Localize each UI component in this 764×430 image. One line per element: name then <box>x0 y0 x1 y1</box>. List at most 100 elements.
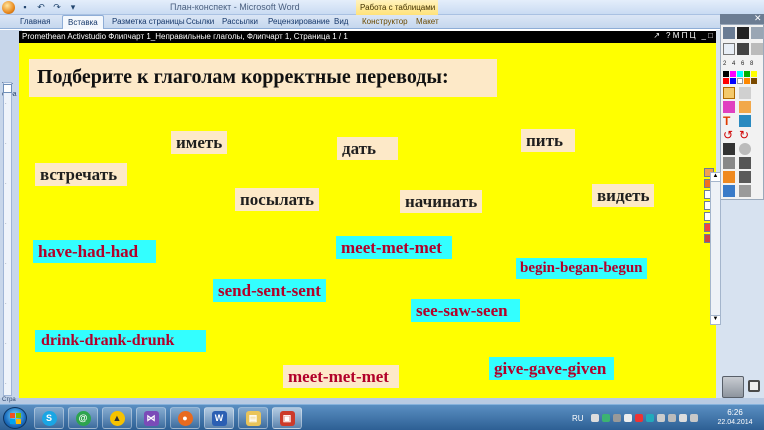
redo-icon[interactable]: ↷ <box>51 1 63 13</box>
connector-icon[interactable] <box>723 171 735 183</box>
security-icon[interactable] <box>601 414 610 422</box>
color-cyan[interactable] <box>737 71 743 77</box>
signal-icon[interactable] <box>667 414 676 422</box>
vertical-ruler[interactable]: · · · · · · · · <box>3 82 12 396</box>
taskbar-mail[interactable]: @ <box>68 407 98 429</box>
user-icon[interactable] <box>737 43 749 55</box>
fill-icon[interactable] <box>739 115 751 127</box>
tools-icon[interactable] <box>739 171 751 183</box>
main-menu-icon[interactable] <box>723 27 735 39</box>
power-icon[interactable] <box>689 414 698 422</box>
color-yellow[interactable] <box>751 71 757 77</box>
flipchart-window-buttons[interactable]: _ □ <box>701 31 713 40</box>
taskbar-activstudio[interactable]: ▣ <box>272 407 302 429</box>
speaker-icon[interactable] <box>678 414 687 422</box>
skype-tray-icon[interactable] <box>645 414 654 422</box>
taskbar-visual-studio[interactable]: ⋈ <box>136 407 166 429</box>
taskbar-skype[interactable]: S <box>34 407 64 429</box>
vertical-scrollbar[interactable]: ▲ ▼ <box>710 172 721 325</box>
highlighter-icon[interactable] <box>723 101 735 113</box>
color-blue[interactable] <box>730 78 736 84</box>
russian-verb-dat[interactable]: дать <box>337 137 398 160</box>
flipchart-arrow-icon[interactable]: ↗ <box>653 31 660 40</box>
english-forms-drink[interactable]: drink-drank-drunk <box>35 330 207 352</box>
close-icon[interactable]: ✕ <box>754 13 762 24</box>
taskbar-firefox[interactable]: ● <box>170 407 200 429</box>
scroll-down-icon[interactable]: ▼ <box>711 315 720 324</box>
contextual-tab-title: Работа с таблицами <box>356 0 438 15</box>
undo-icon[interactable]: ↺ <box>723 129 735 141</box>
desktop-icon[interactable] <box>723 43 735 55</box>
redo-icon[interactable]: ↻ <box>739 129 751 141</box>
reveal-icon[interactable] <box>723 185 735 197</box>
alert-icon[interactable] <box>634 414 643 422</box>
color-black[interactable] <box>723 71 729 77</box>
save-icon[interactable]: ▪ <box>19 1 31 13</box>
eraser-icon[interactable] <box>739 101 751 113</box>
clock[interactable]: 6:26 22.04.2014 <box>712 408 758 428</box>
english-forms-begin[interactable]: begin-began-begun <box>516 258 647 279</box>
taskbar-word[interactable]: W <box>204 407 234 429</box>
start-button[interactable] <box>3 407 27 429</box>
tab-insert[interactable]: Вставка <box>62 15 104 29</box>
spotlight-icon[interactable] <box>739 185 751 197</box>
scroll-up-icon[interactable]: ▲ <box>711 173 720 182</box>
flipchart-menu-icons[interactable]: ? М П Ц <box>666 31 695 40</box>
flag-icon[interactable] <box>656 414 665 422</box>
language-indicator[interactable]: RU <box>572 414 584 423</box>
tab-home[interactable]: Главная <box>20 17 50 26</box>
taskbar-activinspire[interactable]: ▲ <box>102 407 132 429</box>
page-icon[interactable] <box>751 43 763 55</box>
tab-page-layout[interactable]: Разметка страницы <box>112 17 185 26</box>
text-icon[interactable]: T <box>723 115 735 127</box>
flipchart-icon[interactable] <box>737 27 749 39</box>
russian-verb-nachinat[interactable]: начинать <box>400 190 483 213</box>
monitor-icon[interactable] <box>751 27 763 39</box>
tab-mailings[interactable]: Рассылки <box>222 17 258 26</box>
color-orange[interactable] <box>744 78 750 84</box>
camera-icon[interactable] <box>723 143 735 155</box>
ruler-toggle-button[interactable] <box>3 84 12 93</box>
english-forms-see[interactable]: see-saw-seen <box>411 299 520 322</box>
flipchart-title: Promethean Activstudio Флипчарт 1_Неправ… <box>22 32 348 41</box>
color-red[interactable] <box>723 78 729 84</box>
english-forms-meet[interactable]: meet-met-met <box>336 236 452 259</box>
russian-verb-pit[interactable]: пить <box>521 129 575 152</box>
color-white[interactable] <box>737 78 743 84</box>
lock-icon[interactable] <box>748 380 760 392</box>
color-green[interactable] <box>744 71 750 77</box>
qat-customize-icon[interactable]: ▾ <box>67 1 79 13</box>
tab-layout[interactable]: Макет <box>416 17 439 26</box>
tab-review[interactable]: Рецензирование <box>268 17 330 26</box>
trash-icon[interactable] <box>722 376 744 398</box>
tab-references[interactable]: Ссылки <box>186 17 214 26</box>
russian-verb-vstrechat[interactable]: встречать <box>35 163 128 186</box>
english-forms-give[interactable]: give-gave-given <box>489 357 615 380</box>
russian-verb-posylat[interactable]: посылать <box>235 188 320 211</box>
russian-verb-imet[interactable]: иметь <box>171 131 228 154</box>
magnifier-icon[interactable] <box>723 157 735 169</box>
english-forms-have[interactable]: have-had-had <box>33 240 157 263</box>
russian-verb-videt[interactable]: видеть <box>592 184 655 207</box>
clock-icon[interactable] <box>739 143 751 155</box>
shapes-icon[interactable] <box>739 157 751 169</box>
office-button-icon[interactable] <box>2 1 15 14</box>
taskbar-explorer[interactable]: ▤ <box>238 407 268 429</box>
network-icon[interactable] <box>612 414 621 422</box>
color-magenta[interactable] <box>730 71 736 77</box>
color-brown[interactable] <box>751 78 757 84</box>
volume-icon[interactable] <box>623 414 632 422</box>
mail-icon: @ <box>75 410 91 426</box>
tab-design[interactable]: Конструктор <box>362 17 408 26</box>
english-forms-meet-duplicate[interactable]: meet-met-met <box>283 365 399 388</box>
activinspire-icon: ▲ <box>109 410 125 426</box>
flipchart-title-bar: Promethean Activstudio Флипчарт 1_Неправ… <box>19 31 716 43</box>
pen-icon[interactable] <box>739 87 751 99</box>
english-forms-send[interactable]: send-sent-sent <box>213 279 326 302</box>
flipchart-page[interactable]: Подберите к глаголам корректные переводы… <box>19 43 716 398</box>
bluetooth-icon[interactable] <box>590 414 599 422</box>
tab-view[interactable]: Вид <box>334 17 348 26</box>
pen-width-selector[interactable]: 2 4 6 8 <box>723 61 755 67</box>
undo-icon[interactable]: ↶ <box>35 1 47 13</box>
pointer-icon[interactable] <box>723 87 735 99</box>
